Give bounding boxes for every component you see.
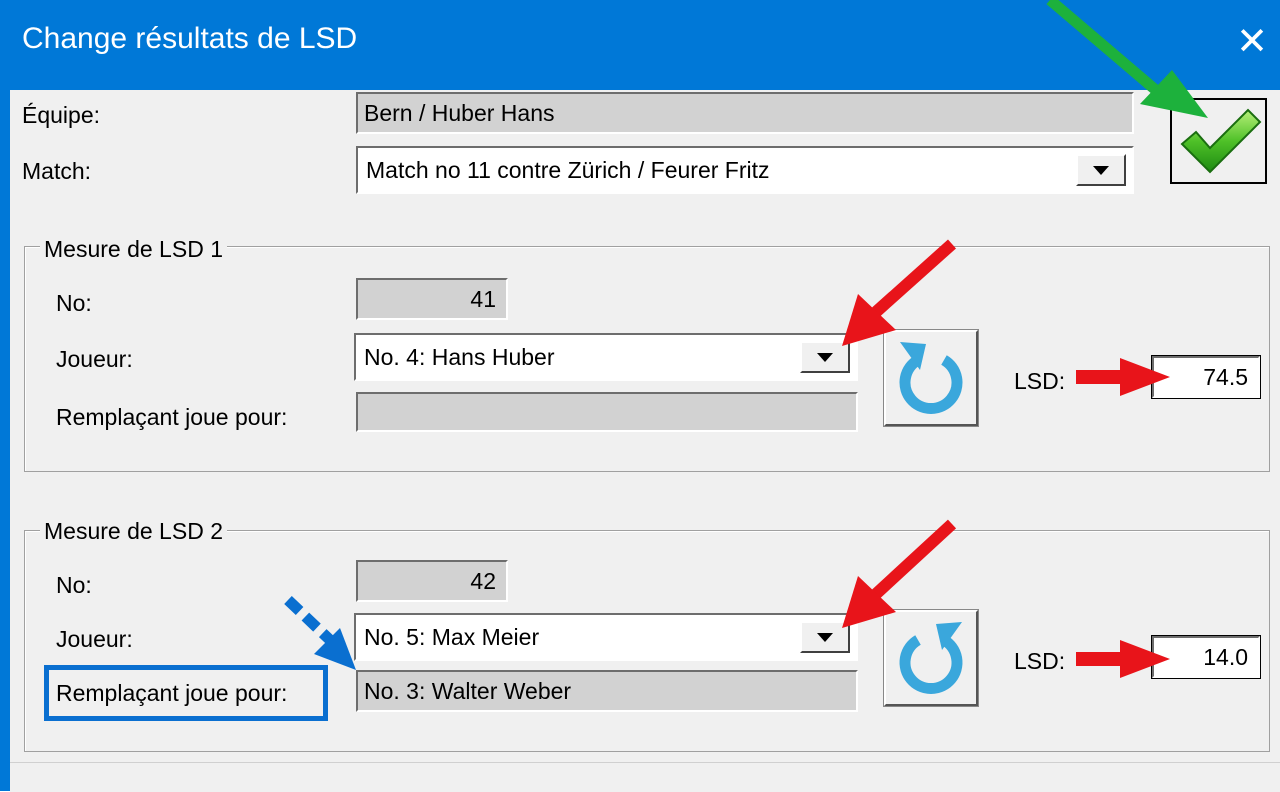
match-dropdown-button[interactable] [1076, 154, 1126, 186]
group-2-player-select[interactable]: No. 5: Max Meier [354, 613, 858, 661]
group-2-lsd-label: LSD: [1014, 648, 1066, 674]
close-icon[interactable]: ✕ [1230, 20, 1274, 64]
group-2-no-label: No: [56, 572, 92, 598]
group-2-title: Mesure de LSD 2 [40, 518, 227, 545]
group-1-substitute-label: Remplaçant joue pour: [56, 404, 288, 430]
group-1-refresh-button[interactable] [883, 329, 979, 427]
title-bar[interactable]: Change résultats de LSD ✕ [0, 0, 1280, 90]
group-2-no-field: 42 [356, 560, 508, 602]
group-1-player-value: No. 4: Hans Huber [364, 344, 555, 370]
group-1-player-dropdown-button[interactable] [800, 341, 850, 373]
window-title: Change résultats de LSD [22, 22, 358, 55]
group-2-player-label: Joueur: [56, 626, 133, 652]
team-label: Équipe: [22, 102, 101, 128]
group-1-lsd-input[interactable]: 74.5 [1151, 355, 1261, 399]
match-label: Match: [22, 158, 92, 184]
group-2-player-dropdown-button[interactable] [800, 621, 850, 653]
group-1-no-field: 41 [356, 278, 508, 320]
match-select[interactable]: Match no 11 contre Zürich / Feurer Fritz [356, 146, 1134, 194]
group-1-player-select[interactable]: No. 4: Hans Huber [354, 333, 858, 381]
group-1-substitute-field [356, 392, 858, 432]
group-2-lsd-input[interactable]: 14.0 [1151, 635, 1261, 679]
green-checkmark-icon [1180, 108, 1262, 174]
group-1-player-label: Joueur: [56, 346, 133, 372]
substitute-label-highlight [44, 665, 328, 721]
team-field: Bern / Huber Hans [356, 92, 1134, 134]
group-1-lsd-label: LSD: [1014, 368, 1066, 394]
group-2-refresh-button[interactable] [883, 609, 979, 707]
match-select-value: Match no 11 contre Zürich / Feurer Fritz [366, 157, 770, 183]
refresh-counterclockwise-icon [899, 622, 963, 694]
group-2-substitute-field: No. 3: Walter Weber [356, 670, 858, 712]
group-1-no-label: No: [56, 290, 92, 316]
status-bar [10, 762, 1280, 792]
group-2-player-value: No. 5: Max Meier [364, 624, 540, 650]
refresh-clockwise-icon [899, 342, 963, 414]
ok-button[interactable] [1170, 98, 1267, 184]
group-1-title: Mesure de LSD 1 [40, 236, 227, 263]
